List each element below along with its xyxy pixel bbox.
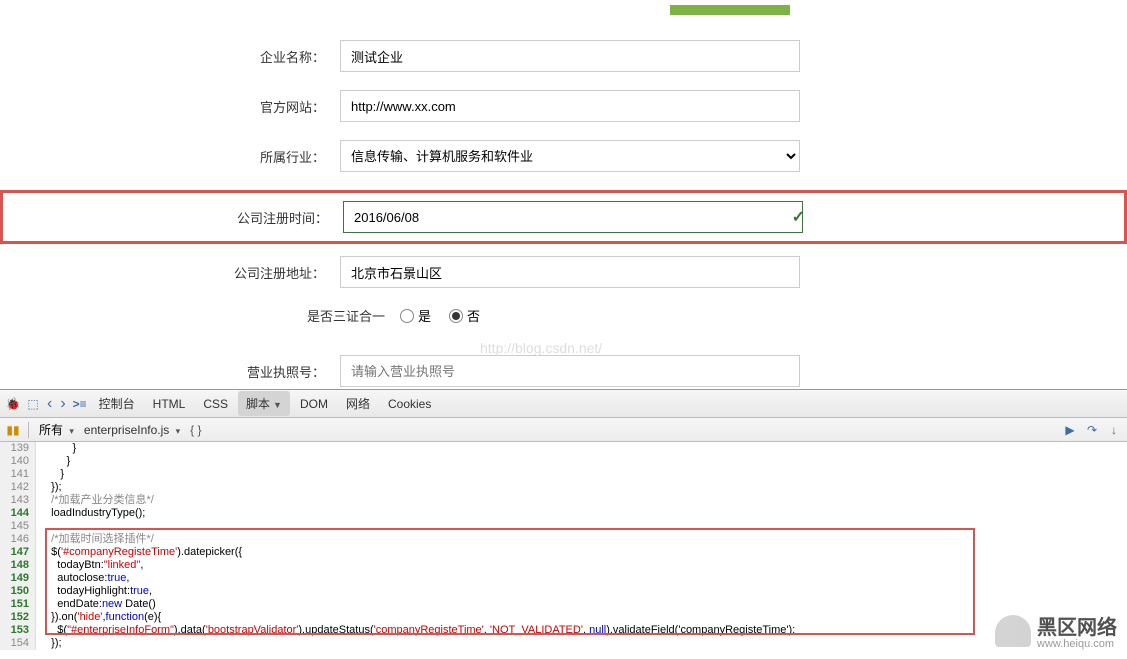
pretty-print-icon[interactable]: { } (186, 423, 205, 437)
row-company-name: 企业名称： (0, 40, 1127, 72)
filter-all[interactable]: 所有 ▾ (35, 420, 78, 439)
devtools-panel: 🐞 ⬚ ‹ › >≡ 控制台 HTML CSS 脚本▼ DOM 网络 Cooki… (0, 389, 1127, 658)
row-merge-cert: 是否三证合一 是 否 (0, 306, 1127, 325)
step-into-icon[interactable]: ↓ (1105, 421, 1123, 439)
firebug-icon[interactable]: 🐞 (4, 395, 22, 413)
reg-time-input[interactable] (343, 201, 803, 233)
radio-no[interactable]: 否 (449, 306, 480, 325)
tab-css[interactable]: CSS (195, 393, 236, 415)
website-input[interactable] (340, 90, 800, 122)
company-name-input[interactable] (340, 40, 800, 72)
continue-icon[interactable]: ▶ (1061, 421, 1079, 439)
license-input[interactable] (340, 355, 800, 387)
reg-time-highlight: 公司注册时间： ✓ (0, 190, 1127, 244)
devtools-toolbar: 🐞 ⬚ ‹ › >≡ 控制台 HTML CSS 脚本▼ DOM 网络 Cooki… (0, 390, 1127, 418)
tab-net[interactable]: 网络 (338, 391, 378, 416)
watermark-title: 黑区网络 (1037, 617, 1117, 639)
tab-cookies[interactable]: Cookies (380, 393, 439, 415)
row-license: 营业执照号： (0, 355, 1127, 387)
license-label: 营业执照号： (0, 362, 340, 381)
console-toggle-icon[interactable]: >≡ (71, 395, 89, 413)
devtools-subbar: ▮▮ 所有 ▾ enterpriseInfo.js ▾ { } ▶ ↷ ↓ (0, 418, 1127, 442)
step-over-icon[interactable]: ↷ (1083, 421, 1101, 439)
industry-label: 所属行业： (0, 147, 340, 166)
watermark-url: http://blog.csdn.net/ (480, 340, 602, 356)
row-industry: 所属行业： 信息传输、计算机服务和软件业 (0, 140, 1127, 172)
industry-select[interactable]: 信息传输、计算机服务和软件业 (340, 140, 800, 172)
row-reg-time: 公司注册时间： ✓ (3, 201, 1124, 233)
tab-dom[interactable]: DOM (292, 393, 336, 415)
green-action-button[interactable] (670, 5, 790, 15)
tab-html[interactable]: HTML (145, 393, 194, 415)
reg-time-label: 公司注册时间： (3, 208, 343, 227)
nav-back-icon[interactable]: ‹ (44, 395, 55, 413)
check-icon: ✓ (784, 207, 805, 227)
code-editor[interactable]: 139 }140 }141 }142 });143 /*加载产业分类信息*/14… (0, 442, 1127, 659)
chevron-down-icon: ▼ (273, 400, 282, 410)
reg-addr-label: 公司注册地址： (0, 263, 340, 282)
row-reg-addr: 公司注册地址： (0, 256, 1127, 288)
mushroom-icon (995, 615, 1031, 647)
radio-yes[interactable]: 是 (400, 306, 431, 325)
watermark-sub: www.heiqu.com (1037, 638, 1117, 650)
nav-forward-icon[interactable]: › (57, 395, 68, 413)
pause-icon[interactable]: ▮▮ (4, 421, 22, 439)
site-watermark: 黑区网络 www.heiqu.com (995, 611, 1117, 650)
website-label: 官方网站： (0, 97, 340, 116)
company-name-label: 企业名称： (0, 47, 340, 66)
reg-addr-input[interactable] (340, 256, 800, 288)
tab-console[interactable]: 控制台 (91, 391, 143, 416)
inspector-icon[interactable]: ⬚ (24, 395, 42, 413)
merge-cert-label: 是否三证合一 (0, 306, 400, 325)
script-file-select[interactable]: enterpriseInfo.js ▾ (84, 423, 180, 437)
tab-script[interactable]: 脚本▼ (238, 391, 290, 416)
row-website: 官方网站： (0, 90, 1127, 122)
form-panel: 企业名称： 官方网站： 所属行业： 信息传输、计算机服务和软件业 公司注册时间：… (0, 0, 1127, 389)
